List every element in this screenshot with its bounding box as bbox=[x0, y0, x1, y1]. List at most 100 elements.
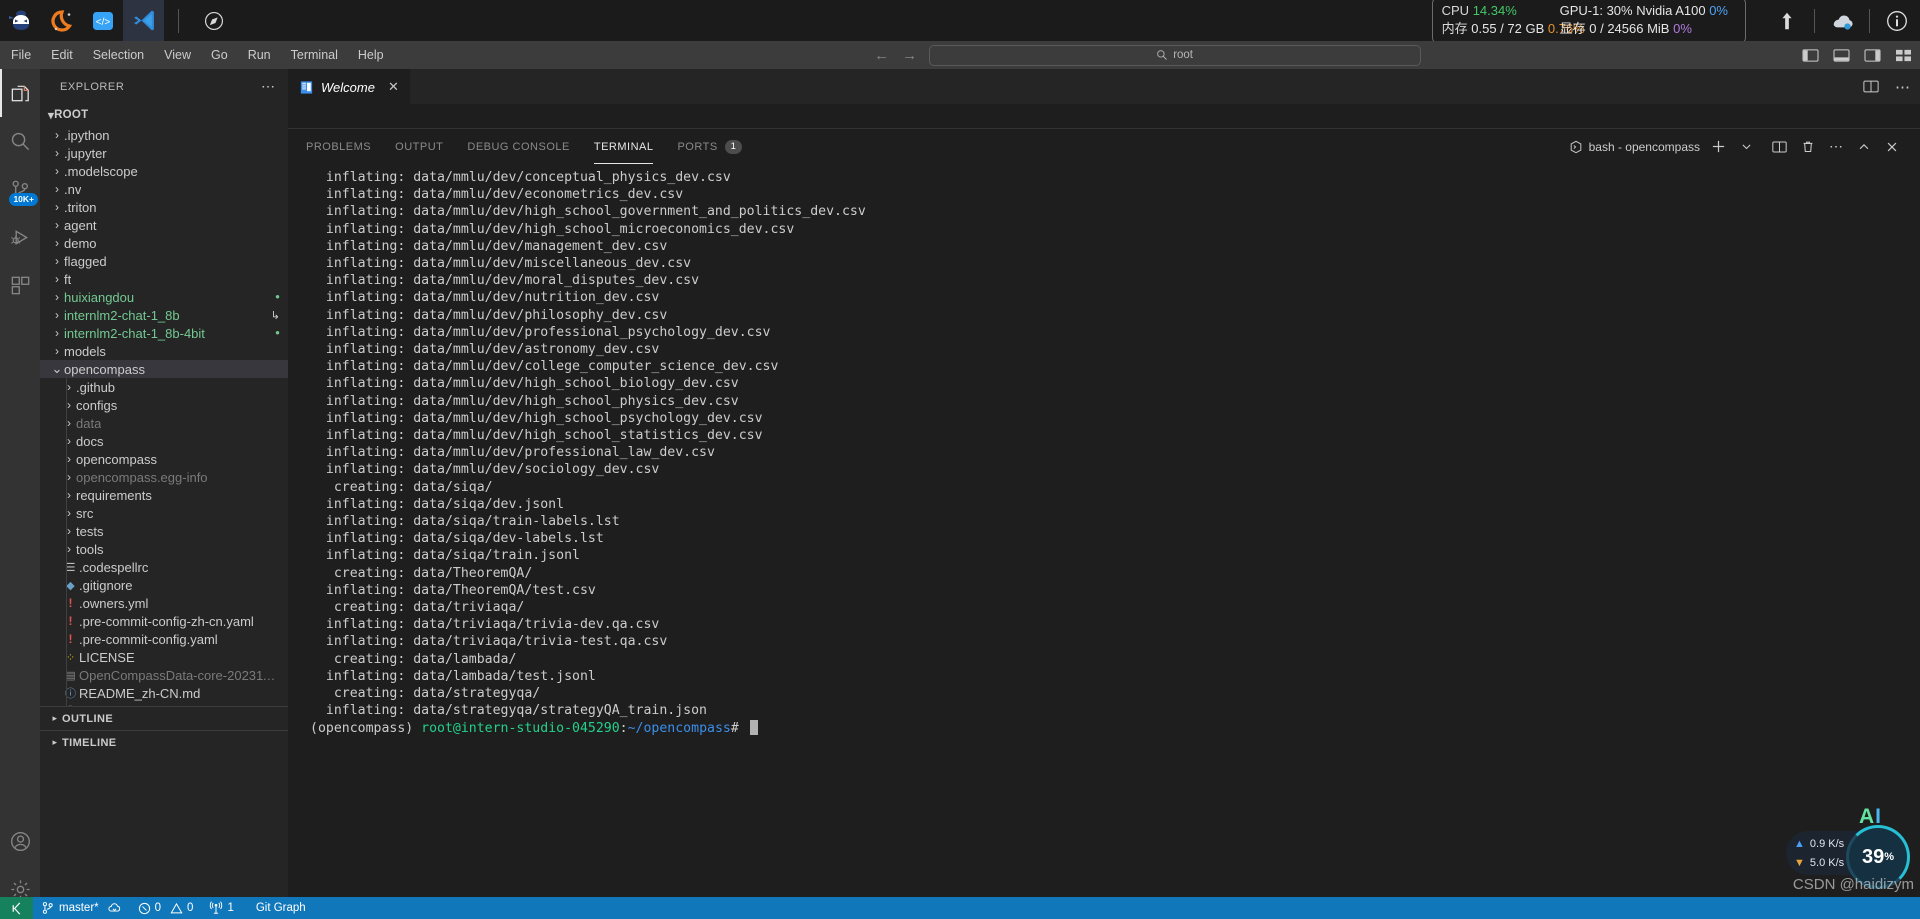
tree-item-flagged[interactable]: › flagged bbox=[40, 252, 288, 270]
network-icon[interactable] bbox=[1819, 0, 1865, 41]
tree-item-requirements[interactable]: › requirements bbox=[40, 486, 288, 504]
menu-run[interactable]: Run bbox=[239, 45, 280, 65]
terminal-line: inflating: data/mmlu/dev/high_school_bio… bbox=[310, 376, 739, 392]
new-terminal-button[interactable] bbox=[1704, 134, 1733, 160]
tree-item--pre-commit-config-zh-cn-yaml[interactable]: ! .pre-commit-config-zh-cn.yaml bbox=[40, 612, 288, 630]
vscode-icon[interactable] bbox=[123, 0, 164, 41]
activity-search[interactable] bbox=[0, 117, 40, 165]
tree-item--modelscope[interactable]: › .modelscope bbox=[40, 162, 288, 180]
tab-welcome[interactable]: Welcome ✕ bbox=[288, 69, 411, 104]
menu-edit[interactable]: Edit bbox=[42, 45, 82, 65]
tab-terminal[interactable]: TERMINAL bbox=[593, 129, 654, 164]
activity-explorer[interactable] bbox=[0, 69, 40, 117]
status-ports[interactable]: 1 bbox=[201, 897, 241, 919]
tree-item-internlm2-chat-1-8b[interactable]: › internlm2-chat-1_8b ↳ bbox=[40, 306, 288, 324]
sidebar-section-timeline[interactable]: ▸ TIMELINE bbox=[40, 730, 288, 754]
upload-arrow-icon[interactable] bbox=[1764, 0, 1810, 41]
activity-source-control[interactable]: 10K+ bbox=[0, 165, 40, 213]
panel-more-actions-button[interactable]: ⋯ bbox=[1822, 134, 1850, 160]
tree-item--nv[interactable]: › .nv bbox=[40, 180, 288, 198]
terminal-output[interactable]: inflating: data/mmlu/dev/conceptual_phys… bbox=[288, 164, 1920, 919]
menu-selection[interactable]: Selection bbox=[84, 45, 153, 65]
activity-accounts[interactable] bbox=[0, 817, 40, 865]
taskbar-divider bbox=[178, 8, 179, 33]
customize-layout-icon[interactable] bbox=[1895, 48, 1912, 63]
tab-debug-console[interactable]: DEBUG CONSOLE bbox=[467, 129, 569, 164]
chevron-right-icon: › bbox=[67, 488, 71, 502]
menu-help[interactable]: Help bbox=[349, 45, 393, 65]
tree-item--triton[interactable]: › .triton bbox=[40, 198, 288, 216]
tree-item--jupyter[interactable]: › .jupyter bbox=[40, 144, 288, 162]
tab-problems[interactable]: PROBLEMS bbox=[306, 129, 371, 164]
chevron-right-icon: ▸ bbox=[52, 737, 58, 747]
tree-item-tests[interactable]: › tests bbox=[40, 522, 288, 540]
menu-file[interactable]: File bbox=[2, 45, 40, 65]
go-back-button[interactable]: ← bbox=[873, 47, 891, 64]
tree-item-readme-md[interactable]: ⓘREADME.md bbox=[40, 702, 288, 707]
error-icon bbox=[138, 902, 151, 915]
toggle-secondary-sidebar-icon[interactable] bbox=[1864, 48, 1881, 63]
tree-item-demo[interactable]: › demo bbox=[40, 234, 288, 252]
symlink-arrow-icon: ↳ bbox=[270, 309, 280, 322]
tree-item-agent[interactable]: › agent bbox=[40, 216, 288, 234]
remote-indicator-button[interactable] bbox=[0, 897, 33, 919]
tree-item-tools[interactable]: › tools bbox=[40, 540, 288, 558]
file-tree[interactable]: › .ipython › .jupyter › .modelscope › .nv › .trit… bbox=[40, 126, 288, 706]
tree-item--codespellrc[interactable]: ☰ .codespellrc bbox=[40, 558, 288, 576]
sidebar-more-actions-button[interactable]: ⋯ bbox=[261, 78, 276, 95]
explorer-root-folder[interactable]: ▾ ROOT bbox=[40, 104, 288, 126]
menu-go[interactable]: Go bbox=[202, 45, 237, 65]
chevron-right-icon: › bbox=[55, 218, 59, 232]
menu-view[interactable]: View bbox=[155, 45, 200, 65]
tree-item-huixiangdou[interactable]: › huixiangdou ● bbox=[40, 288, 288, 306]
status-git-graph[interactable]: Git Graph bbox=[242, 897, 314, 919]
activity-run-debug[interactable] bbox=[0, 213, 40, 261]
tree-item-ft[interactable]: › ft bbox=[40, 270, 288, 288]
toggle-panel-icon[interactable] bbox=[1833, 48, 1850, 63]
compass-icon[interactable] bbox=[193, 0, 234, 41]
close-panel-button[interactable] bbox=[1878, 134, 1906, 160]
kill-terminal-button[interactable] bbox=[1794, 134, 1822, 160]
status-problems[interactable]: 0 0 bbox=[130, 897, 202, 919]
tab-ports[interactable]: PORTS 1 bbox=[677, 129, 743, 164]
tree-item-opencompassdata-core-20231110-zip[interactable]: ▤OpenCompassData-core-20231110.zip bbox=[40, 666, 288, 684]
tree-item-configs[interactable]: › configs bbox=[40, 396, 288, 414]
tree-item-models[interactable]: › models bbox=[40, 342, 288, 360]
maximize-panel-button[interactable] bbox=[1850, 134, 1878, 160]
activity-extensions[interactable] bbox=[0, 261, 40, 309]
sidebar-section-outline[interactable]: ▸ OUTLINE bbox=[40, 706, 288, 730]
tab-output[interactable]: OUTPUT bbox=[395, 129, 443, 164]
terminal-dropdown-button[interactable] bbox=[1733, 134, 1760, 160]
tree-item--ipython[interactable]: › .ipython bbox=[40, 126, 288, 144]
go-forward-button[interactable]: → bbox=[901, 47, 919, 64]
tree-item-opencompass[interactable]: ⌄ opencompass bbox=[40, 360, 288, 378]
toggle-primary-sidebar-icon[interactable] bbox=[1802, 48, 1819, 63]
code-brackets-icon[interactable]: </> bbox=[82, 0, 123, 41]
sync-cloud-icon[interactable] bbox=[107, 901, 122, 915]
menu-terminal[interactable]: Terminal bbox=[282, 45, 347, 65]
orange-crescent-icon[interactable] bbox=[41, 0, 82, 41]
more-actions-icon[interactable]: ⋯ bbox=[1895, 78, 1910, 96]
info-icon[interactable] bbox=[1874, 0, 1920, 41]
split-editor-icon[interactable] bbox=[1863, 79, 1879, 94]
tree-item-label: opencompass bbox=[76, 451, 157, 467]
tree-item--gitignore[interactable]: ◆ .gitignore bbox=[40, 576, 288, 594]
ninja-avatar-icon[interactable] bbox=[0, 0, 41, 41]
tree-item-license[interactable]: ⁘ LICENSE bbox=[40, 648, 288, 666]
close-icon[interactable]: ✕ bbox=[388, 79, 399, 95]
split-terminal-button[interactable] bbox=[1760, 134, 1794, 160]
tree-item-readme-zh-cn-md[interactable]: ⓘ README_zh-CN.md bbox=[40, 684, 288, 702]
terminal-instance-name[interactable]: bash - opencompass bbox=[1569, 140, 1704, 154]
tree-item-internlm2-chat-1-8b-4bit[interactable]: › internlm2-chat-1_8b-4bit ● bbox=[40, 324, 288, 342]
command-center-search[interactable]: root bbox=[928, 44, 1421, 66]
tree-item-docs[interactable]: › docs bbox=[40, 432, 288, 450]
tree-item--pre-commit-config-yaml[interactable]: ! .pre-commit-config.yaml bbox=[40, 630, 288, 648]
tree-item-opencompass-egg-info[interactable]: › opencompass.egg-info bbox=[40, 468, 288, 486]
tree-item--owners-yml[interactable]: ! .owners.yml bbox=[40, 594, 288, 612]
tree-item-src[interactable]: › src bbox=[40, 504, 288, 522]
tree-item-data[interactable]: › data bbox=[40, 414, 288, 432]
tree-item-label: .github bbox=[76, 379, 116, 395]
status-branch[interactable]: master* bbox=[33, 897, 130, 919]
tree-item--github[interactable]: › .github bbox=[40, 378, 288, 396]
tree-item-opencompass[interactable]: › opencompass bbox=[40, 450, 288, 468]
